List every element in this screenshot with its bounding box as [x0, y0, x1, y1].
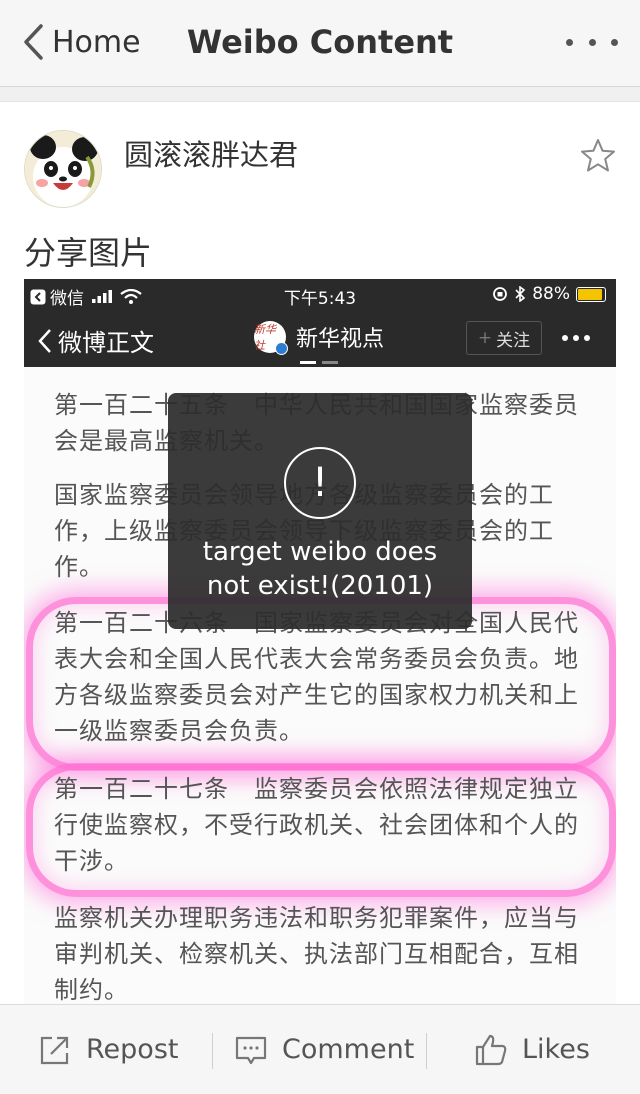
battery-label: 88%: [532, 284, 570, 304]
embedded-account-name: 新华视点: [296, 327, 385, 352]
battery-icon: [576, 286, 606, 302]
repost-icon: [40, 1036, 69, 1064]
embedded-nav-bar: 微博正文 新华社 新华视点 + 关注: [24, 309, 616, 367]
chevron-left-icon: [24, 24, 43, 60]
chevron-left-icon: [38, 328, 51, 353]
panda-avatar-icon: [25, 131, 101, 207]
divider: [212, 1033, 213, 1069]
post-text: 分享图片: [24, 234, 153, 272]
embedded-follow-button: + 关注: [466, 321, 542, 355]
thumbs-up-icon: [475, 1034, 507, 1065]
dot-icon: [588, 38, 596, 46]
divider: [426, 1033, 427, 1069]
likes-label: Likes: [522, 1034, 590, 1065]
comment-icon: [235, 1036, 267, 1064]
document-paragraph: 第一百二十七条 监察委员会依照法律规定独立行使监察权，不受行政机关、社会团体和个…: [54, 775, 579, 875]
shared-image[interactable]: 微信 下午5:43 88% 微博正文 新华社 新华视点 + 关注 第一百二十五条 …: [24, 279, 616, 1004]
document-paragraph: 监察机关办理职务违法和职务犯罪案件，应当与审判机关、检察机关、执法部门互相配合，…: [54, 904, 579, 1004]
dot-icon: [611, 38, 618, 46]
repost-button[interactable]: Repost: [38, 1005, 178, 1094]
error-message: target weibo does not exist!(20101): [202, 537, 438, 601]
more-options-button[interactable]: [566, 30, 618, 54]
embedded-page-indicator: [300, 361, 338, 364]
username[interactable]: 圆滚滚胖达君: [124, 132, 298, 174]
rotation-lock-icon: [493, 287, 508, 301]
comment-button[interactable]: Comment: [234, 1005, 414, 1094]
bluetooth-icon: [515, 286, 526, 302]
comment-label: Comment: [282, 1034, 415, 1065]
back-label: Home: [52, 24, 141, 60]
favorite-star-icon[interactable]: [580, 138, 616, 174]
likes-button[interactable]: Likes: [474, 1005, 590, 1094]
verified-badge-icon: [275, 342, 288, 355]
dot-icon: [566, 38, 573, 46]
error-toast: ! target weibo does not exist!(20101): [168, 393, 472, 629]
bottom-action-bar: Repost Comment Likes: [0, 1004, 640, 1094]
embedded-status-bar: 微信 下午5:43 88%: [24, 279, 616, 309]
account-logo-icon: 新华社: [254, 321, 288, 355]
back-button[interactable]: Home: [22, 22, 141, 62]
avatar[interactable]: [24, 130, 102, 208]
repost-label: Repost: [86, 1034, 179, 1065]
embedded-more-icon: [562, 335, 590, 341]
embedded-back-label: 微博正文: [58, 329, 154, 357]
exclamation-icon: !: [284, 447, 356, 519]
navigation-bar: Home Weibo Content: [0, 0, 640, 87]
section-divider: [0, 87, 640, 102]
